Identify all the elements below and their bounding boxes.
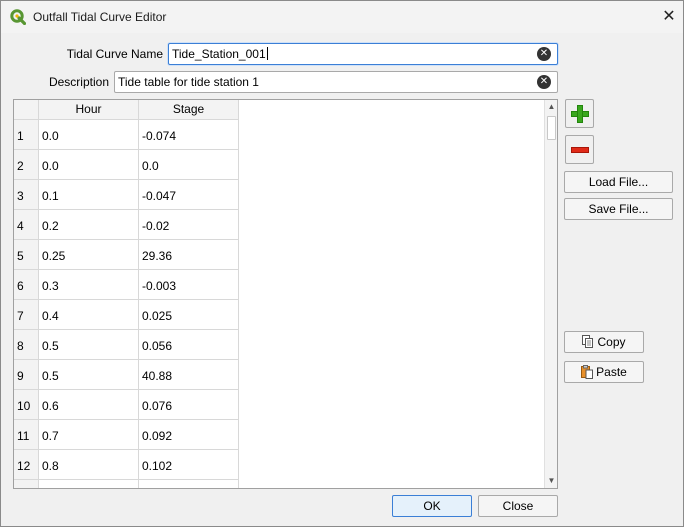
remove-row-button[interactable]	[565, 135, 594, 164]
table-row: 3 0.1 -0.047	[14, 180, 240, 210]
table-row: 6 0.3 -0.003	[14, 270, 240, 300]
row-number[interactable]: 3	[14, 180, 39, 210]
row-number[interactable]: 5	[14, 240, 39, 270]
hour-cell[interactable]: 0.1	[39, 180, 139, 210]
table-row: 9 0.5 40.88	[14, 360, 240, 390]
row-number[interactable]	[14, 480, 39, 488]
paste-button[interactable]: Paste	[564, 361, 644, 383]
row-number[interactable]: 6	[14, 270, 39, 300]
row-number[interactable]: 12	[14, 450, 39, 480]
row-number[interactable]: 2	[14, 150, 39, 180]
description-value: Tide table for tide station 1	[118, 75, 259, 89]
hour-cell[interactable]: 0.4	[39, 300, 139, 330]
clear-description-icon[interactable]: ✕	[537, 75, 551, 89]
ok-button[interactable]: OK	[392, 495, 472, 517]
table-corner[interactable]	[14, 100, 39, 120]
stage-cell[interactable]	[139, 480, 239, 488]
copy-label: Copy	[597, 335, 626, 349]
hour-cell[interactable]	[39, 480, 139, 488]
hour-cell[interactable]: 0.0	[39, 150, 139, 180]
tidal-curve-editor-dialog: Outfall Tidal Curve Editor ✕ Tidal Curve…	[0, 0, 684, 527]
stage-cell[interactable]: -0.074	[139, 120, 239, 150]
tidal-curve-table[interactable]: Hour Stage 1 0.0 -0.074 2 0.0 0.0 3 0.1 …	[13, 99, 558, 489]
table-row: 5 0.25 29.36	[14, 240, 240, 270]
hour-cell[interactable]: 0.6	[39, 390, 139, 420]
tidal-curve-name-label: Tidal Curve Name	[66, 47, 163, 61]
table-row: 10 0.6 0.076	[14, 390, 240, 420]
hour-cell[interactable]: 0.5	[39, 360, 139, 390]
hour-cell[interactable]: 0.8	[39, 450, 139, 480]
add-row-button[interactable]	[565, 99, 594, 128]
hour-cell[interactable]: 0.7	[39, 420, 139, 450]
column-header-stage[interactable]: Stage	[139, 100, 239, 120]
table-row: 1 0.0 -0.074	[14, 120, 240, 150]
hour-cell[interactable]: 0.2	[39, 210, 139, 240]
stage-cell[interactable]: -0.02	[139, 210, 239, 240]
table-row: 11 0.7 0.092	[14, 420, 240, 450]
row-number[interactable]: 7	[14, 300, 39, 330]
row-number[interactable]: 10	[14, 390, 39, 420]
scroll-up-arrow-icon[interactable]: ▲	[545, 100, 557, 114]
row-number[interactable]: 1	[14, 120, 39, 150]
stage-cell[interactable]: 0.0	[139, 150, 239, 180]
table-row: 8 0.5 0.056	[14, 330, 240, 360]
text-caret	[266, 47, 268, 60]
minus-icon	[571, 147, 589, 153]
tidal-curve-name-input[interactable]: Tide_Station_001 ✕	[168, 43, 558, 65]
hour-cell[interactable]: 0.3	[39, 270, 139, 300]
hour-cell[interactable]: 0.25	[39, 240, 139, 270]
vertical-scrollbar[interactable]: ▲ ▼	[544, 100, 557, 488]
plus-icon-vertical	[577, 105, 583, 123]
stage-cell[interactable]: 0.102	[139, 450, 239, 480]
scroll-down-arrow-icon[interactable]: ▼	[545, 474, 557, 488]
stage-cell[interactable]: 0.056	[139, 330, 239, 360]
hour-cell[interactable]: 0.5	[39, 330, 139, 360]
stage-cell[interactable]: -0.003	[139, 270, 239, 300]
copy-icon	[582, 335, 594, 348]
table-row: 4 0.2 -0.02	[14, 210, 240, 240]
load-file-button[interactable]: Load File...	[564, 171, 673, 193]
window-title: Outfall Tidal Curve Editor	[33, 10, 167, 24]
stage-cell[interactable]: -0.047	[139, 180, 239, 210]
tidal-curve-name-value: Tide_Station_001	[172, 47, 266, 61]
title-bar: Outfall Tidal Curve Editor ✕	[1, 1, 683, 33]
stage-cell[interactable]: 29.36	[139, 240, 239, 270]
close-button[interactable]: Close	[478, 495, 558, 517]
qgis-logo-icon	[10, 9, 26, 25]
row-number[interactable]: 9	[14, 360, 39, 390]
description-input[interactable]: Tide table for tide station 1 ✕	[114, 71, 558, 93]
column-header-hour[interactable]: Hour	[39, 100, 139, 120]
row-number[interactable]: 11	[14, 420, 39, 450]
table-header: Hour Stage	[14, 100, 544, 120]
row-number[interactable]: 4	[14, 210, 39, 240]
clear-name-icon[interactable]: ✕	[537, 47, 551, 61]
stage-cell[interactable]: 0.025	[139, 300, 239, 330]
stage-cell[interactable]: 0.076	[139, 390, 239, 420]
table-row: 7 0.4 0.025	[14, 300, 240, 330]
copy-button[interactable]: Copy	[564, 331, 644, 353]
table-row: 12 0.8 0.102	[14, 450, 240, 480]
description-label: Description	[48, 75, 109, 89]
paste-label: Paste	[596, 365, 627, 379]
row-number[interactable]: 8	[14, 330, 39, 360]
hour-cell[interactable]: 0.0	[39, 120, 139, 150]
table-row: 2 0.0 0.0	[14, 150, 240, 180]
paste-icon	[581, 365, 594, 379]
close-window-icon[interactable]: ✕	[659, 7, 679, 27]
stage-cell[interactable]: 0.092	[139, 420, 239, 450]
table-row-partial	[14, 480, 240, 488]
save-file-button[interactable]: Save File...	[564, 198, 673, 220]
stage-cell[interactable]: 40.88	[139, 360, 239, 390]
scroll-thumb[interactable]	[547, 116, 556, 140]
